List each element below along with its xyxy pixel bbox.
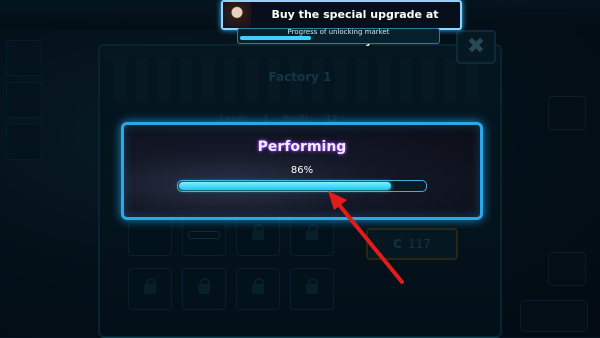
quest-text: Buy the special upgrade at Factory 1 <box>271 8 439 47</box>
performing-title: Performing <box>257 139 347 155</box>
performing-dialog: Performing 86% <box>121 122 483 220</box>
quest-banner[interactable]: Buy the special upgrade at Factory 1 <box>221 0 462 47</box>
market-unlock-fill <box>240 36 311 40</box>
performing-progress-fill <box>179 182 391 190</box>
market-unlock-progress: Progress of unlocking market <box>237 28 440 44</box>
performing-progress-bar <box>177 180 427 192</box>
advisor-avatar <box>223 2 251 28</box>
performing-percent: 86% <box>290 165 314 176</box>
